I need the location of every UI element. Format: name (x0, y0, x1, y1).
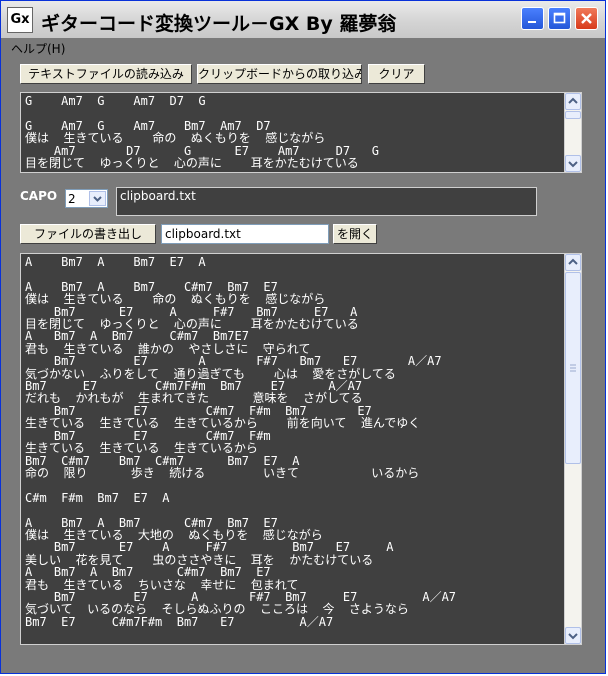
scroll-thumb[interactable] (565, 111, 581, 119)
close-icon (581, 13, 592, 24)
status-bar (5, 655, 603, 671)
input-scrollbar[interactable] (564, 93, 581, 172)
menu-help[interactable]: ヘルプ(H) (11, 40, 65, 57)
scroll-thumb[interactable] (565, 272, 581, 464)
close-button[interactable] (575, 7, 598, 30)
chevron-down-icon (93, 196, 102, 202)
maximize-icon (553, 12, 566, 24)
export-filename-input[interactable]: clipboard.txt (161, 224, 329, 244)
chevron-up-icon (568, 97, 578, 104)
input-text: G Am7 G Am7 D7 G G Am7 G Am7 Bm7 Am7 D7 … (25, 94, 380, 171)
output-scrollbar[interactable] (564, 254, 581, 644)
output-text: A Bm7 A Bm7 E7 A A Bm7 A Bm7 C#m7 Bm7 E7… (25, 255, 457, 629)
scroll-down-button[interactable] (565, 627, 581, 644)
clear-button[interactable]: クリア (368, 64, 425, 84)
export-file-button[interactable]: ファイルの書き出し (20, 224, 156, 244)
open-file-button[interactable]: を開く (333, 224, 377, 244)
window-title: ギターコード変換ツール－GX By 羅夢翁 (41, 13, 397, 35)
capo-value: 2 (68, 192, 76, 206)
source-name-field: clipboard.txt (116, 187, 537, 216)
scroll-up-button[interactable] (565, 93, 581, 110)
chevron-down-icon (568, 161, 578, 168)
chevron-up-icon (568, 258, 578, 265)
scroll-up-button[interactable] (565, 254, 581, 271)
minimize-button[interactable] (521, 7, 544, 30)
input-textarea[interactable]: G Am7 G Am7 D7 G G Am7 G Am7 Bm7 Am7 D7 … (20, 92, 582, 173)
title-bar[interactable]: Gx ギターコード変換ツール－GX By 羅夢翁 (1, 1, 605, 38)
menu-bar: ヘルプ(H) (5, 38, 603, 59)
dropdown-button[interactable] (89, 191, 106, 206)
scroll-down-button[interactable] (565, 155, 581, 172)
load-clipboard-button[interactable]: クリップボードからの取り込み (197, 64, 362, 84)
grip-icon (570, 364, 576, 372)
capo-select[interactable]: 2 (65, 189, 108, 208)
app-window: Gx ギターコード変換ツール－GX By 羅夢翁 ヘルプ(H) テキストファイル… (0, 0, 606, 674)
app-logo-icon: Gx (7, 7, 33, 33)
capo-label: CAPO (20, 189, 58, 203)
output-textarea[interactable]: A Bm7 A Bm7 E7 A A Bm7 A Bm7 C#m7 Bm7 E7… (20, 253, 582, 645)
chevron-down-icon (568, 633, 578, 640)
maximize-button[interactable] (548, 7, 571, 30)
minimize-icon (528, 21, 536, 23)
load-text-file-button[interactable]: テキストファイルの読み込み (20, 64, 192, 84)
